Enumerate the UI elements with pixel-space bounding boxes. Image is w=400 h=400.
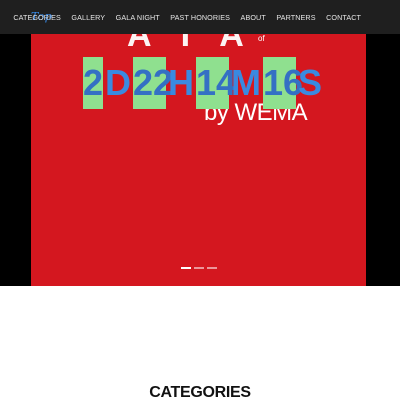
hero-banner: ATA of by WEMA 2 D 22 H 14 M 16 S: [31, 34, 366, 286]
countdown-hours-value: 22: [133, 57, 173, 109]
nav-links: CATEGORIES GALLERY GALA NIGHT PAST HONOR…: [13, 0, 361, 34]
countdown-days-unit: D: [105, 62, 131, 103]
countdown-minutes-value: 14: [196, 57, 236, 109]
hero-title-fragment: ATA: [127, 34, 270, 54]
countdown-minutes-unit: M: [231, 62, 261, 103]
nav-item-about[interactable]: ABOUT: [241, 13, 266, 22]
nav-item-categories[interactable]: CATEGORIES: [13, 13, 61, 22]
slider-dot-1[interactable]: [181, 267, 191, 269]
nav-item-gallery[interactable]: GALLERY: [71, 13, 105, 22]
countdown-seconds-value: 16: [263, 57, 303, 109]
nav-item-contact[interactable]: CONTACT: [326, 13, 361, 22]
countdown-hours-unit: H: [168, 62, 194, 103]
nav-item-partners[interactable]: PARTNERS: [276, 13, 315, 22]
nav-item-gala-night[interactable]: GALA NIGHT: [116, 13, 160, 22]
countdown-days-value: 2: [83, 57, 103, 109]
countdown-seconds-unit: S: [298, 62, 323, 103]
slider-dot-2[interactable]: [194, 267, 204, 269]
slider-dot-3[interactable]: [207, 267, 217, 269]
categories-heading: CATEGORIES: [149, 384, 251, 400]
slider-indicators: [181, 267, 220, 269]
hero-right-letterbox: [366, 34, 400, 286]
nav-item-past-honories[interactable]: PAST HONORIES: [170, 13, 230, 22]
hero-left-letterbox: [0, 34, 31, 286]
countdown-timer: 2 D 22 H 14 M 16 S: [83, 57, 324, 109]
hero-superscript: of: [258, 34, 265, 43]
top-navbar: Top CATEGORIES GALLERY GALA NIGHT PAST H…: [0, 0, 400, 34]
